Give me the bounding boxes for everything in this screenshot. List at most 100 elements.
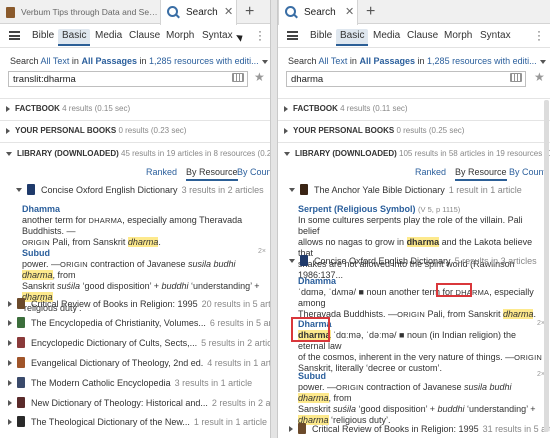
sort-by-resource[interactable]: By Resource [186,167,238,181]
chevron-right-icon[interactable] [289,425,293,432]
close-icon[interactable]: ✕ [345,5,354,18]
section-personal-books[interactable]: YOUR PERSONAL BOOKS 0 results (0.25 sec) [284,126,464,135]
keyboard-icon[interactable] [232,73,244,82]
close-icon[interactable]: ✕ [224,5,233,18]
resource-title: Encyclopedic Dictionary of Cults, Sects,… [31,337,198,348]
resource-row[interactable]: New Dictionary of Theology: Historical a… [8,397,270,408]
tab-media[interactable]: Media [369,29,404,46]
chevron-right-icon[interactable] [8,359,12,366]
tab-basic[interactable]: Basic [336,29,369,46]
scope-prefix: Search [288,56,317,66]
add-tab-icon[interactable]: + [366,3,375,21]
search-hit[interactable]: dharma [406,237,440,247]
chevron-right-icon[interactable] [8,319,12,326]
article-headword-link[interactable]: Serpent (Religious Symbol) [298,204,416,214]
chevron-right-icon [284,127,288,134]
resource-row[interactable]: Critical Review of Books in Religion: 19… [289,423,550,434]
more-options-icon[interactable]: · · · [258,25,262,45]
chevron-right-icon[interactable] [8,418,12,425]
section-title: LIBRARY (DOWNLOADED) [17,149,119,158]
tab-clause[interactable]: Clause [403,29,442,46]
chevron-down-icon[interactable] [289,258,295,263]
search-hit[interactable]: dharma [298,393,329,403]
search-hit[interactable]: dharma [22,270,53,280]
resource-row[interactable]: Critical Review of Books in Religion: 19… [8,298,271,309]
chevron-down-icon[interactable] [261,59,268,64]
chevron-down-icon[interactable] [289,187,295,192]
search-hit[interactable]: dharma [502,309,534,319]
sort-by-count[interactable]: By Count [237,167,270,179]
section-personal-books[interactable]: YOUR PERSONAL BOOKS 0 results (0.23 sec) [6,126,186,135]
menu-icon[interactable] [287,31,298,40]
article-headword-link[interactable]: Dhamma [298,276,543,287]
tab-bar: Verbum Tips through Data and Search Sear… [0,0,270,25]
tab-morph[interactable]: Morph [162,29,198,46]
sort-ranked[interactable]: Ranked [415,167,446,179]
search-hit[interactable]: dharma [127,237,159,247]
tab-basic[interactable]: Basic [58,29,91,46]
tab-label: Search [304,7,336,18]
resource-row[interactable]: The Theological Dictionary of the New...… [8,416,267,427]
article-headword-link[interactable]: Subud [22,248,267,259]
chevron-right-icon [6,127,10,134]
section-count: 4 results (0.11 sec) [340,104,408,113]
resource-row[interactable]: Evangelical Dictionary of Theology, 2nd … [8,357,270,368]
tab-bible[interactable]: Bible [306,29,336,46]
book-cover-icon [27,184,35,195]
hit-count-badge: 2× [258,248,266,255]
chevron-right-icon [6,105,10,112]
scrollbar[interactable] [544,100,549,432]
tab-search[interactable]: Search ✕ [278,0,358,25]
scope-all-passages-link[interactable]: All Passages [81,56,137,66]
resource-row-anchor-yale[interactable]: The Anchor Yale Bible Dictionary 1 resul… [289,184,522,195]
chevron-right-icon[interactable] [8,379,12,386]
sort-ranked[interactable]: Ranked [146,167,177,179]
search-input[interactable]: dharma [286,71,526,87]
resource-row[interactable]: Encyclopedic Dictionary of Cults, Sects,… [8,337,270,348]
chevron-down-icon[interactable] [539,59,546,64]
resource-count: 3 results in 1 article [174,377,253,388]
add-tab-icon[interactable]: + [245,3,254,21]
resource-count: 20 results in 5 articles [201,298,271,309]
section-factbook[interactable]: FACTBOOK 4 results (0.11 sec) [284,104,408,113]
chevron-down-icon [6,151,12,156]
sort-by-resource[interactable]: By Resource [455,167,507,181]
chevron-right-icon[interactable] [8,399,12,406]
section-library[interactable]: LIBRARY (DOWNLOADED) 105 results in 58 a… [284,149,550,158]
section-library[interactable]: LIBRARY (DOWNLOADED) 45 results in 19 ar… [6,149,270,158]
tab-syntax[interactable]: Syntax [476,29,515,46]
chevron-down-icon[interactable] [16,187,22,192]
article-headword-link[interactable]: Dhamma [22,204,267,215]
tab-verbum-tips[interactable]: Verbum Tips through Data and Search [0,0,160,24]
chevron-right-icon[interactable] [8,300,12,307]
keyboard-icon[interactable] [510,73,522,82]
article-headword-link[interactable]: Subud [298,371,543,382]
resource-row-concise-oxford[interactable]: Concise Oxford English Dictionary 5 resu… [289,255,537,266]
search-input[interactable]: translit:dharma [8,71,248,87]
resource-row-concise-oxford[interactable]: Concise Oxford English Dictionary 3 resu… [16,184,264,195]
scope-all-text-link[interactable]: All Text [41,56,70,66]
section-factbook[interactable]: FACTBOOK 4 results (0.15 sec) [6,104,130,113]
scope-all-text-link[interactable]: All Text [319,56,348,66]
tab-media[interactable]: Media [91,29,126,46]
scope-resources-link[interactable]: 1,285 resources with editi... [427,56,537,66]
chevron-right-icon[interactable] [8,339,12,346]
star-icon[interactable]: ★ [534,70,545,84]
menu-icon[interactable] [9,31,20,40]
resource-row[interactable]: The Encyclopedia of Christianity, Volume… [8,317,270,328]
more-options-icon[interactable]: · · · [537,25,541,45]
scope-prefix: Search [10,56,39,66]
resource-row[interactable]: The Modern Catholic Encyclopedia 3 resul… [8,377,252,388]
tab-morph[interactable]: Morph [440,29,476,46]
star-icon[interactable]: ★ [254,70,265,84]
book-cover-icon [17,377,25,388]
tab-clause[interactable]: Clause [125,29,164,46]
article-subud: Subud power. —ORIGIN contraction of Java… [298,371,543,426]
scope-all-passages-link[interactable]: All Passages [359,56,415,66]
scope-resources-link[interactable]: 1,285 resources with editi... [149,56,259,66]
article-headword-link[interactable]: Dharma [298,319,543,330]
tab-bible[interactable]: Bible [28,29,58,46]
sort-by-count[interactable]: By Count [509,167,546,179]
tab-syntax[interactable]: Syntax [198,29,237,46]
tab-search[interactable]: Search ✕ [160,0,237,25]
